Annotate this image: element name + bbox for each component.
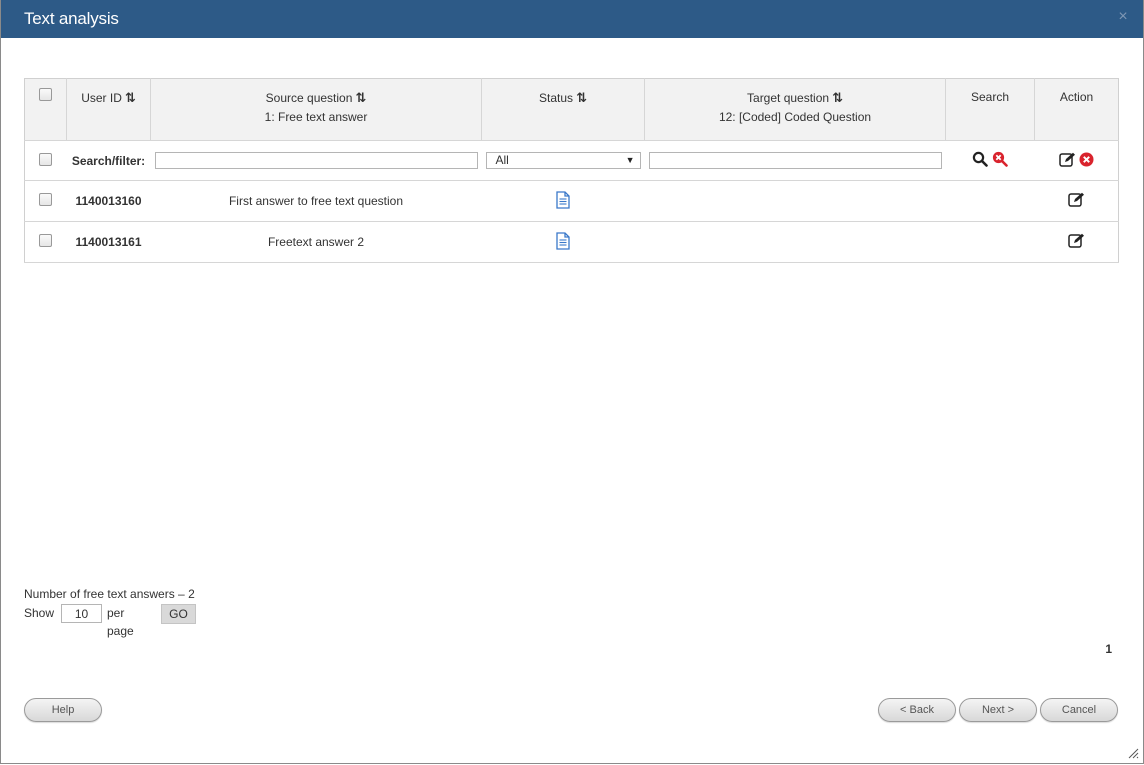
go-button[interactable]: GO [161,604,196,624]
filter-label-cell: Search/filter: [66,140,151,181]
search-cell [945,180,1035,222]
status-header-label: Status [539,91,574,105]
text-analysis-dialog: Text analysis × User ID ⇅ Source question… [0,0,1144,764]
next-button[interactable]: Next > [959,698,1037,722]
target-question-filter-input[interactable] [648,152,942,169]
source-question-subtitle: 1: Free text answer [264,110,368,124]
search-filter-label: Search/filter: [71,153,146,168]
target-question-subtitle: 12: [Coded] Coded Question [718,110,872,124]
edit-icon[interactable] [1058,152,1076,170]
row-checkbox-cell [24,180,67,222]
source-filter-cell [150,140,482,181]
cancel-button[interactable]: Cancel [1040,698,1118,722]
column-header-target-question[interactable]: Target question ⇅ 12: [Coded] Coded Quest… [644,78,946,141]
action-cell [1034,221,1119,263]
target-answer-cell [644,221,946,263]
search-cell [945,221,1035,263]
table-row: 1140013161 Freetext answer 2 [24,221,1119,263]
source-question-filter-input[interactable] [154,152,478,169]
column-header-status[interactable]: Status ⇅ [481,78,645,141]
resize-handle-icon[interactable] [1127,747,1139,759]
document-icon[interactable] [555,231,571,253]
filter-actions-cell [1034,140,1119,181]
edit-icon[interactable] [1068,192,1085,210]
target-answer-cell [644,180,946,222]
close-icon[interactable]: × [1115,9,1131,25]
search-icon[interactable] [972,151,989,170]
search-header-label: Search [970,90,1010,104]
status-filter-select[interactable]: All ▼ [485,152,641,169]
status-filter-value: All [495,153,509,167]
status-cell [481,180,645,222]
dialog-title: Text analysis [24,9,119,28]
target-filter-cell [644,140,946,181]
sort-icon[interactable]: ⇅ [125,90,136,105]
column-header-user-id[interactable]: User ID ⇅ [66,78,151,141]
dialog-titlebar: Text analysis × [1,0,1143,38]
action-header-label: Action [1059,90,1094,104]
row-checkbox[interactable] [39,193,53,206]
filter-row: Search/filter: All ▼ [24,140,1119,181]
answer-count-text: Number of free text answers – 2 [24,587,195,601]
per-page-label: per page [107,606,134,638]
sort-icon[interactable]: ⇅ [576,90,587,105]
back-button[interactable]: < Back [878,698,956,722]
select-all-checkbox[interactable] [39,88,52,101]
user-id-cell: 1140013160 [66,180,151,222]
clear-search-icon[interactable] [992,151,1008,170]
sort-icon[interactable]: ⇅ [832,90,843,105]
target-question-header-label: Target question [747,91,830,105]
per-page-input[interactable]: 10 [61,604,102,623]
status-cell [481,221,645,263]
edit-icon[interactable] [1068,233,1085,251]
column-header-action: Action [1034,78,1119,141]
user-id-header-label: User ID [81,91,122,105]
help-button[interactable]: Help [24,698,102,722]
action-cell [1034,180,1119,222]
table-row: 1140013160 First answer to free text que… [24,180,1119,222]
source-question-header-label: Source question [265,91,353,105]
source-answer-cell: First answer to free text question [150,180,482,222]
show-label: Show [24,606,55,620]
dropdown-arrow-icon: ▼ [625,155,635,165]
source-answer-cell: Freetext answer 2 [150,221,482,263]
sort-icon[interactable]: ⇅ [355,90,366,105]
page-number-link[interactable]: 1 [1105,642,1112,656]
select-all-cell [24,78,67,141]
user-id-cell: 1140013161 [66,221,151,263]
search-actions-cell [945,140,1035,181]
column-header-search: Search [945,78,1035,141]
filter-checkbox-cell [24,140,67,181]
row-checkbox-cell [24,221,67,263]
row-checkbox[interactable] [39,234,53,247]
table-header-row: User ID ⇅ Source question ⇅ 1: Free text a… [24,78,1119,141]
answers-table: User ID ⇅ Source question ⇅ 1: Free text a… [24,78,1119,263]
filter-row-checkbox[interactable] [39,152,53,166]
status-filter-cell: All ▼ [481,140,645,181]
document-icon[interactable] [555,190,571,212]
delete-icon[interactable] [1079,152,1094,170]
column-header-source-question[interactable]: Source question ⇅ 1: Free text answer [150,78,482,141]
